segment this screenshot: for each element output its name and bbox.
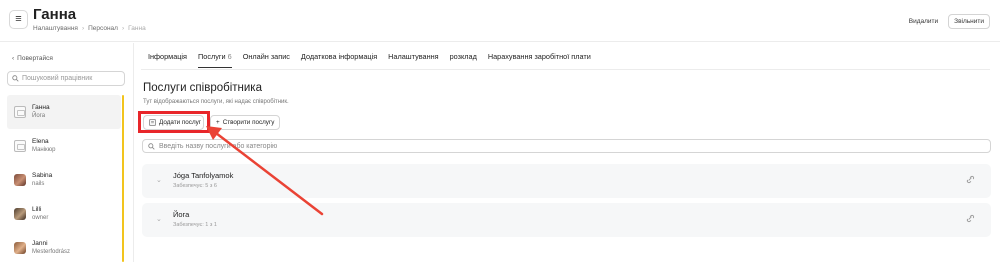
search-icon [148, 142, 155, 150]
chevron-left-icon: ‹ [12, 55, 15, 62]
unlink-icon[interactable] [966, 214, 975, 223]
employee-sidebar: ‹ Повертайся Пошуковий працівник Ганна Й… [0, 43, 134, 262]
tab-payroll[interactable]: Нарахування заробітної плати [488, 52, 591, 68]
employee-search-placeholder: Пошуковий працівник [22, 75, 93, 82]
service-category-row[interactable]: ⌄ Jóga Tanfolyamok Забезпечує: 5 з 6 [142, 164, 991, 198]
search-icon [12, 75, 19, 82]
employee-name: Lilli [32, 206, 42, 213]
avatar [14, 242, 26, 254]
back-link[interactable]: ‹ Повертайся [12, 55, 53, 62]
service-search-input[interactable]: Введіть назву послуги або категорію [142, 139, 991, 153]
category-coverage: Забезпечує: 1 з 1 [173, 222, 217, 228]
category-name: Йога [173, 210, 190, 219]
menu-toggle-button[interactable]: ≡ [9, 10, 28, 29]
employee-role: Йога [32, 113, 46, 119]
tab-count-badge: 6 [227, 52, 232, 61]
employee-list: Ганна Йога Elena Манікюр Sabina nails Li… [7, 95, 121, 262]
employee-item[interactable]: Janni Mesterfodrász [7, 231, 121, 262]
category-name: Jóga Tanfolyamok [173, 171, 234, 180]
tab-bar: Інформація Послуги 6 Онлайн запис Додатко… [148, 52, 591, 68]
breadcrumb-separator-icon: › [81, 25, 85, 32]
employee-item[interactable]: Elena Манікюр [7, 129, 121, 163]
category-coverage: Забезпечує: 5 з 6 [173, 183, 217, 189]
tab-label: Інформація [148, 52, 188, 61]
tab-label: Нарахування заробітної плати [487, 52, 591, 61]
avatar [14, 208, 26, 220]
employee-role: Манікюр [32, 147, 56, 153]
employee-item[interactable]: Ганна Йога [7, 95, 121, 129]
create-service-button[interactable]: + Створити послугу [210, 115, 280, 130]
dismiss-button[interactable]: Звільнити [948, 14, 990, 29]
chevron-down-icon[interactable]: ⌄ [156, 215, 162, 223]
tab-schedule[interactable]: розклад [450, 52, 477, 68]
tab-label: Додаткова інформація [300, 52, 378, 61]
employee-role: owner [32, 215, 49, 221]
avatar-placeholder-icon [14, 140, 26, 152]
hamburger-icon: ≡ [15, 13, 22, 25]
tab-settings[interactable]: Налаштування [388, 52, 438, 68]
employee-name: Elena [32, 138, 49, 145]
create-service-label: Створити послугу [222, 119, 275, 126]
employee-role: Mesterfodrász [32, 249, 71, 255]
tab-label: Послуги [198, 52, 226, 61]
employee-name: Janni [32, 240, 48, 247]
tab-additional-info[interactable]: Додаткова інформація [301, 52, 377, 68]
breadcrumb: Налаштування › Персонал › Ганна [33, 25, 146, 32]
breadcrumb-separator-icon: › [121, 25, 125, 32]
delete-button[interactable]: Видалити [905, 15, 942, 28]
plus-icon: + [216, 119, 220, 126]
avatar-placeholder-icon [14, 106, 26, 118]
back-label: Повертайся [17, 55, 53, 62]
tab-label: розклад [449, 52, 477, 61]
top-header: ≡ Ганна Налаштування › Персонал › Ганна … [0, 0, 1000, 42]
employee-role: nails [32, 181, 45, 187]
tab-online-booking[interactable]: Онлайн запис [243, 52, 290, 68]
tab-divider [141, 69, 990, 70]
section-description: Тут відображаються послуги, які надає сп… [143, 99, 289, 105]
tab-label: Онлайн запис [242, 52, 290, 61]
tab-label: Налаштування [388, 52, 439, 61]
employee-search-input[interactable]: Пошуковий працівник [7, 71, 125, 86]
employee-name: Ганна [32, 104, 50, 111]
avatar [14, 174, 26, 186]
tab-services[interactable]: Послуги 6 [198, 52, 232, 68]
sidebar-scrollbar[interactable] [122, 95, 124, 262]
breadcrumb-current: Ганна [128, 25, 146, 32]
annotation-highlight-box [138, 111, 210, 133]
breadcrumb-staff[interactable]: Персонал [88, 25, 118, 32]
page-title: Ганна [33, 6, 77, 23]
unlink-icon[interactable] [966, 175, 975, 184]
breadcrumb-settings[interactable]: Налаштування [33, 25, 78, 32]
service-category-row[interactable]: ⌄ Йога Забезпечує: 1 з 1 [142, 203, 991, 237]
service-search-placeholder: Введіть назву послуги або категорію [159, 142, 278, 150]
employee-item[interactable]: Sabina nails [7, 163, 121, 197]
section-title: Послуги співробітника [143, 82, 262, 94]
tab-information[interactable]: Інформація [148, 52, 187, 68]
chevron-down-icon[interactable]: ⌄ [156, 176, 162, 184]
employee-item[interactable]: Lilli owner [7, 197, 121, 231]
employee-name: Sabina [32, 172, 53, 179]
